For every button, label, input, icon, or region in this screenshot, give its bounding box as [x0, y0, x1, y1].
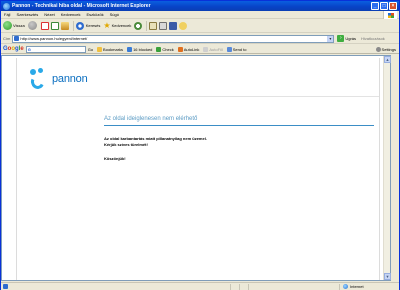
autolink-icon [177, 46, 183, 52]
google-search-input[interactable]: G [25, 45, 86, 53]
forward-button[interactable] [27, 21, 38, 30]
bookmarks-label: Bookmarks [103, 46, 124, 52]
address-input[interactable]: http://www.pannon.hu/egyeni/internet/ ▾ [12, 34, 335, 43]
menu-bar: Fájl Szerkesztés Nézet Kedvencek Eszközö… [1, 11, 399, 19]
vertical-scrollbar[interactable]: ▲ ▼ [383, 56, 391, 280]
address-bar: Cím http://www.pannon.hu/egyeni/internet… [1, 34, 399, 44]
check-button[interactable]: Check [156, 46, 174, 52]
autofill-label: AutoFill [209, 46, 223, 52]
menu-edit[interactable]: Szerkesztés [16, 12, 38, 17]
messenger-icon[interactable] [179, 21, 188, 30]
minimize-button[interactable]: _ [371, 2, 379, 10]
mail-icon[interactable] [149, 21, 158, 30]
check-label: Check [162, 46, 174, 52]
favorites-button[interactable]: ★ Kedvencek [103, 20, 132, 30]
back-button[interactable]: Vissza [3, 21, 25, 30]
pannon-logo[interactable]: pannon [27, 68, 88, 91]
ie-icon [3, 2, 10, 10]
page-favicon-icon [14, 36, 20, 41]
autolink-button[interactable]: AutoLink [177, 46, 200, 52]
google-g-icon: G [27, 46, 31, 52]
address-url: http://www.pannon.hu/egyeni/internet/ [20, 36, 88, 41]
autofill-icon [203, 46, 209, 52]
go-arrow-icon: › [337, 35, 345, 42]
security-zone[interactable]: Internet [339, 283, 399, 290]
status-segment [230, 283, 231, 290]
address-label: Cím [3, 36, 11, 41]
home-icon[interactable] [60, 21, 69, 30]
go-label: Ugrás [345, 36, 357, 41]
page-container: pannon Az oldal ideiglenesen nem elérhet… [16, 58, 380, 280]
maximize-button[interactable]: □ [380, 2, 388, 10]
toolbar-separator [72, 20, 74, 31]
chevron-down-icon[interactable]: ▾ [327, 35, 334, 42]
settings-label: Settings [381, 46, 396, 52]
title-bar[interactable]: Pannon - Technikai hiba oldal - Microsof… [1, 1, 399, 11]
globe-icon [343, 284, 348, 289]
zone-label: Internet [350, 284, 364, 289]
toolbar-separator [146, 20, 148, 31]
sendto-label: Send to [232, 46, 247, 52]
bookmark-star-icon [97, 46, 103, 52]
popup-blocked-button[interactable]: 16 blocked [127, 46, 153, 52]
star-icon: ★ [103, 20, 111, 30]
menu-tools[interactable]: Eszközök [87, 12, 104, 17]
popup-blocker-icon [127, 46, 133, 52]
favorites-label: Kedvencek [111, 23, 132, 28]
menu-help[interactable]: Súgó [110, 12, 119, 17]
edit-icon[interactable] [169, 21, 178, 30]
menu-favorites[interactable]: Kedvencek [61, 12, 81, 17]
heading-underline [104, 125, 374, 126]
back-arrow-icon [3, 21, 12, 30]
window-title: Pannon - Technikai hiba oldal - Microsof… [12, 3, 151, 9]
bookmarks-button[interactable]: Bookmarks [97, 46, 124, 52]
back-label: Vissza [13, 23, 25, 28]
patience-message: Kérjük szíves türelmét! [104, 142, 148, 147]
autolink-label: AutoLink [183, 46, 200, 52]
google-go-button[interactable]: Go [88, 47, 93, 52]
autofill-button[interactable]: AutoFill [203, 46, 223, 52]
status-segment [248, 283, 249, 290]
pannon-logo-icon [27, 68, 51, 91]
refresh-icon[interactable] [50, 21, 59, 30]
standard-toolbar: Vissza Keresés ★ Kedvencek [1, 19, 399, 33]
maintenance-message: Az oldal karbantartás miatt pillanatnyil… [104, 136, 207, 141]
page-heading: Az oldal ideiglenesen nem elérhető [104, 116, 198, 122]
gear-icon [375, 46, 381, 52]
search-icon [75, 21, 84, 30]
brand-name: pannon [52, 73, 88, 85]
go-button[interactable]: › Ugrás [337, 35, 356, 42]
browser-window: Pannon - Technikai hiba oldal - Microsof… [0, 0, 400, 290]
forward-arrow-icon [27, 21, 37, 30]
scroll-up-icon[interactable]: ▲ [384, 56, 391, 63]
sendto-button[interactable]: Send to [226, 46, 247, 52]
spellcheck-icon [156, 46, 162, 52]
thanks-message: Köszönjük! [104, 156, 126, 161]
scroll-down-icon[interactable]: ▼ [384, 273, 391, 280]
google-logo: Google [3, 46, 24, 52]
window-controls: _ □ × [371, 2, 397, 10]
search-label: Keresés [85, 23, 101, 28]
print-icon[interactable] [159, 21, 168, 30]
menu-view[interactable]: Nézet [44, 12, 54, 17]
google-toolbar: Google G Go Bookmarks 16 blocked Check A… [1, 45, 399, 54]
windows-flag-icon [387, 12, 394, 18]
header-divider [17, 96, 379, 97]
status-bar: Internet [1, 282, 399, 290]
menu-file[interactable]: Fájl [4, 12, 10, 17]
links-label[interactable]: Hivatkozások [361, 36, 385, 41]
page-status-icon [3, 284, 8, 289]
search-button[interactable]: Keresés [75, 21, 101, 30]
history-icon[interactable] [134, 21, 143, 30]
page-viewport: pannon Az oldal ideiglenesen nem elérhet… [1, 55, 391, 281]
status-segment [239, 283, 240, 290]
close-button[interactable]: × [389, 2, 397, 10]
send-icon [226, 46, 232, 52]
stop-icon[interactable] [40, 21, 49, 30]
google-settings-button[interactable]: Settings [375, 46, 396, 52]
windows-logo [383, 11, 397, 19]
blocked-label: 16 blocked [133, 46, 153, 52]
